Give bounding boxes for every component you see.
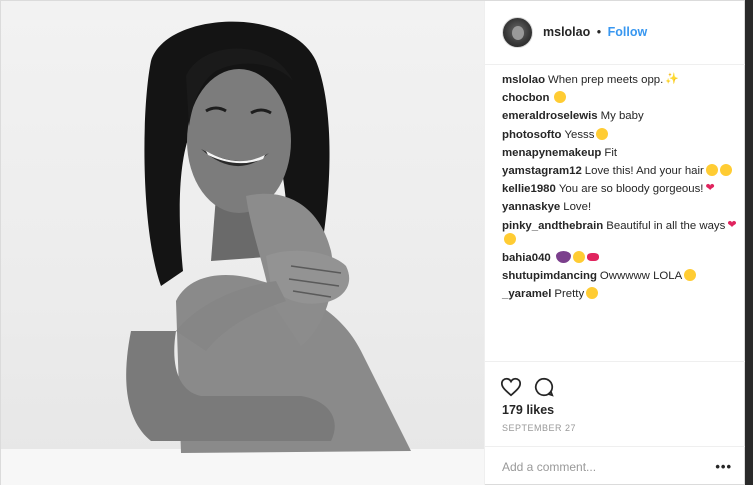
post-header: mslolao • Follow bbox=[485, 1, 747, 65]
comment-text: When prep meets opp. bbox=[548, 74, 664, 86]
more-options-button[interactable]: ••• bbox=[715, 459, 732, 474]
comment-text: Love this! And your hair bbox=[584, 164, 704, 177]
egg-emoji-icon bbox=[555, 250, 571, 263]
comment-item: yamstagram12 Love this! And your hair bbox=[502, 163, 742, 178]
comment-item: pinky_andthebrain Beautiful in all the wa… bbox=[502, 218, 742, 247]
smile-emoji-icon bbox=[572, 250, 585, 263]
speech-bubble-icon[interactable] bbox=[533, 376, 555, 398]
header-separator: • bbox=[596, 25, 602, 39]
comment-text: Love! bbox=[563, 201, 592, 214]
post-sidebar: mslolao • Follow mslolao When prep meets … bbox=[484, 1, 747, 485]
comment-item: yannaskye Love! bbox=[502, 200, 742, 214]
smile-emoji-icon bbox=[504, 232, 516, 245]
comment-username[interactable]: yamstagram12 bbox=[502, 165, 582, 177]
comment-text: Fit bbox=[604, 146, 618, 159]
heart-outline-icon[interactable] bbox=[500, 376, 522, 398]
comment-username[interactable]: menapynemakeup bbox=[502, 147, 601, 159]
comment-username[interactable]: chocbon bbox=[502, 92, 549, 104]
portrait-illustration bbox=[1, 21, 484, 485]
smile-emoji-icon bbox=[596, 127, 609, 140]
spark-emoji-icon bbox=[665, 72, 679, 86]
comments-list: mslolaoWhen prep meets opp. chocbon emeral… bbox=[502, 72, 742, 305]
comment-item: _yaramel Pretty bbox=[502, 287, 742, 301]
header-username[interactable]: mslolao bbox=[543, 25, 590, 39]
comment-username[interactable]: shutupimdancing bbox=[502, 270, 597, 282]
heart-emoji-icon bbox=[727, 218, 739, 232]
comment-username[interactable]: kellie1980 bbox=[502, 183, 556, 195]
smile-emoji-icon bbox=[684, 268, 697, 281]
post-date: SEPTEMBER 27 bbox=[502, 423, 577, 433]
comment-item: chocbon bbox=[502, 91, 742, 105]
comment-text: You are so bloody gorgeous! bbox=[558, 183, 704, 196]
comment-item: emeraldroselewis My baby bbox=[502, 109, 742, 123]
comment-item: bahia040 bbox=[502, 250, 742, 265]
comment-username[interactable]: bahia040 bbox=[502, 252, 551, 264]
comment-text: Yesss bbox=[564, 128, 595, 141]
comment-username[interactable]: pinky_andthebrain bbox=[502, 220, 603, 232]
heart-emoji-icon bbox=[705, 181, 717, 195]
comment-item: menapynemakeup Fit bbox=[502, 146, 742, 160]
smile-emoji-icon bbox=[719, 163, 732, 176]
comment-username[interactable]: photosofto bbox=[502, 129, 561, 141]
lips-emoji-icon bbox=[586, 252, 599, 261]
comment-item: photosofto Yesss bbox=[502, 127, 742, 142]
comment-username[interactable]: yannaskye bbox=[502, 201, 560, 213]
follow-button[interactable]: Follow bbox=[608, 25, 648, 39]
post-photo[interactable] bbox=[1, 1, 484, 485]
comment-username[interactable]: mslolao bbox=[502, 74, 545, 86]
post-actions: 179 likes SEPTEMBER 27 ••• bbox=[485, 361, 747, 485]
header-text: mslolao • Follow bbox=[543, 25, 647, 39]
add-comment-row: ••• bbox=[485, 446, 747, 485]
comment-item: shutupimdancing Owwwww LOLA bbox=[502, 268, 742, 283]
profile-avatar[interactable] bbox=[502, 17, 533, 48]
add-comment-input[interactable] bbox=[502, 457, 702, 477]
comment-text: My baby bbox=[600, 110, 644, 123]
comment-item: mslolao When prep meets opp. bbox=[502, 72, 742, 87]
smile-emoji-icon bbox=[705, 163, 718, 176]
comment-item: kellie1980 You are so bloody gorgeous! bbox=[502, 181, 742, 196]
likes-count[interactable]: 179 likes bbox=[502, 403, 554, 417]
comment-username[interactable]: _yaramel bbox=[502, 288, 551, 300]
comment-username[interactable]: emeraldroselewis bbox=[502, 110, 598, 122]
page-scrollbar[interactable] bbox=[745, 0, 753, 485]
comment-text: Beautiful in all the ways bbox=[606, 219, 726, 232]
smile-emoji-icon bbox=[586, 287, 599, 300]
comment-text: Pretty bbox=[554, 288, 585, 301]
instagram-post: mslolao • Follow mslolao When prep meets … bbox=[0, 0, 747, 485]
smile-emoji-icon bbox=[554, 91, 567, 104]
comment-text: Owwwww LOLA bbox=[599, 269, 683, 282]
